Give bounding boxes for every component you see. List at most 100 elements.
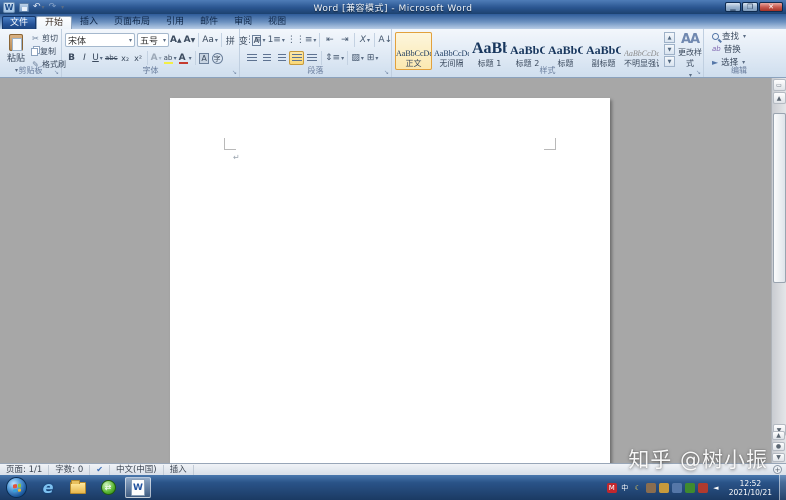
shading-button[interactable]: ▨ ▾ <box>350 51 365 65</box>
scrollbar-track[interactable] <box>772 105 786 423</box>
title-bar: W ↶▾ ↷ ▾ Word [兼容模式] - Microsoft Word ▁ … <box>0 0 786 14</box>
asian-layout-button[interactable]: X ▾ <box>357 33 372 47</box>
borders-button[interactable]: ⊞ ▾ <box>365 51 380 65</box>
align-right-button[interactable] <box>274 51 289 65</box>
font-color-button[interactable]: A ▾ <box>178 51 193 65</box>
justify-button[interactable] <box>289 51 304 65</box>
group-font: 宋体 ▾ 五号 ▾ A ▲ A ▼ Aa ▾ 拼 变 A B I U ▾ abc x₂ x²… <box>62 29 262 77</box>
tab-insert[interactable]: 插入 <box>72 16 106 29</box>
window-title: Word [兼容模式] - Microsoft Word <box>313 3 473 14</box>
italic-button[interactable]: I <box>78 51 91 65</box>
taskbar-word-icon[interactable]: W <box>125 477 151 498</box>
styles-scroll-down-icon[interactable]: ▼ <box>664 44 675 55</box>
copy-icon <box>31 47 38 56</box>
page-indicator[interactable]: 页面: 1/1 <box>0 464 50 475</box>
group-styles: AaBbCcDd 正文 AaBbCcDd 无间隔 AaBb 标题 1 AaBbC… <box>392 29 704 79</box>
tray-app2-icon[interactable] <box>658 482 669 493</box>
sort-button[interactable]: A↓ <box>377 33 393 47</box>
cut-icon: ✂ <box>32 34 39 43</box>
bold-button[interactable]: B <box>65 51 78 65</box>
styles-group-label: 样式 <box>539 66 556 75</box>
tab-review[interactable]: 审阅 <box>226 16 260 29</box>
paste-icon <box>9 34 23 51</box>
close-button[interactable]: ✕ <box>759 2 783 12</box>
replace-button[interactable]: ab 替换 <box>704 42 774 55</box>
spell-check-icon[interactable]: ✔ <box>90 464 110 475</box>
maximize-button[interactable]: ❐ <box>742 2 758 12</box>
taskbar-360-icon[interactable]: ⇄ <box>95 477 121 498</box>
tab-page-layout[interactable]: 页面布局 <box>106 16 158 29</box>
tray-volume-icon[interactable]: ◄ <box>711 483 721 493</box>
increase-indent-button[interactable]: ⇥ <box>337 33 352 47</box>
align-left-button[interactable] <box>244 51 259 65</box>
tray-app4-icon[interactable] <box>684 482 695 493</box>
subscript-button[interactable]: x₂ <box>119 51 132 65</box>
tab-home[interactable]: 开始 <box>36 16 73 29</box>
tray-clock[interactable]: 12:52 2021/10/21 <box>729 479 772 497</box>
decrease-indent-button[interactable]: ⇤ <box>322 33 337 47</box>
tab-file[interactable]: 文件 <box>2 16 36 29</box>
previous-page-icon[interactable]: ▲ <box>772 431 785 440</box>
superscript-button[interactable]: x² <box>132 51 145 65</box>
start-button[interactable] <box>6 477 27 498</box>
multilevel-list-button[interactable]: ⋮⋮≡ ▾ <box>286 33 318 47</box>
cut-button[interactable]: ✂ 剪切 <box>31 33 66 44</box>
distribute-button[interactable] <box>304 51 319 65</box>
paragraph-dialog-launcher-icon[interactable]: ↘ <box>384 69 389 76</box>
ruler-toggle-icon[interactable]: ▭ <box>772 79 786 91</box>
character-shading-button[interactable]: A <box>198 51 211 65</box>
windows-logo-icon <box>13 483 21 493</box>
document-page[interactable]: ↵ <box>170 98 610 463</box>
zoom-in-icon[interactable]: + <box>773 465 782 474</box>
show-desktop-button[interactable] <box>779 475 786 500</box>
font-size-combobox[interactable]: 五号 ▾ <box>137 33 169 47</box>
tray-input-method-icon[interactable]: 中 <box>620 483 630 493</box>
enclose-characters-button[interactable]: 字 <box>211 51 224 65</box>
vertical-scrollbar[interactable]: ▭ ▲ ▼ ▲ ● ▼ <box>771 78 786 463</box>
group-paragraph: ⋮≡▾ 1≡▾ ⋮⋮≡▾ ⇤ ⇥ X▾ A↓ ¶ ⇕≡▾ ▨▾ ⊞▾ 段落 ↘ <box>240 29 403 77</box>
word-count[interactable]: 字数: 0 <box>49 464 91 475</box>
line-spacing-button[interactable]: ⇕≡ ▾ <box>324 51 345 65</box>
clipboard-dialog-launcher-icon[interactable]: ↘ <box>54 69 59 76</box>
font-dialog-launcher-icon[interactable]: ↘ <box>232 69 237 76</box>
select-browse-object-icon[interactable]: ● <box>772 442 785 451</box>
taskbar-explorer-icon[interactable] <box>65 477 91 498</box>
paragraph-group-label: 段落 <box>307 66 324 75</box>
text-effects-button: A ▾ <box>150 53 162 63</box>
tab-mailings[interactable]: 邮件 <box>192 16 226 29</box>
language-indicator[interactable]: 中文(中国) <box>110 464 164 475</box>
change-case-button[interactable]: Aa ▾ <box>201 33 219 47</box>
font-name-combobox[interactable]: 宋体 ▾ <box>65 33 135 47</box>
next-page-icon[interactable]: ▼ <box>772 453 785 462</box>
tray-moon-icon[interactable]: ☾ <box>633 483 643 493</box>
minimize-button[interactable]: ▁ <box>725 2 741 12</box>
scroll-up-icon[interactable]: ▲ <box>772 92 786 104</box>
replace-icon: ab <box>712 45 721 53</box>
highlight-button[interactable]: ab ▾ <box>163 51 178 65</box>
tray-m-icon[interactable]: M <box>606 482 617 493</box>
copy-button[interactable]: 复制 <box>31 46 66 57</box>
find-button[interactable]: 查找 ▾ <box>704 29 774 42</box>
underline-button[interactable]: U ▾ <box>91 51 104 65</box>
clipboard-group-label: 剪贴板 <box>18 66 43 75</box>
tray-app5-icon[interactable] <box>697 482 708 493</box>
numbering-button[interactable]: 1≡ ▾ <box>267 33 286 47</box>
align-center-button[interactable] <box>259 51 274 65</box>
styles-dialog-launcher-icon[interactable]: ↘ <box>696 69 701 76</box>
paragraph-mark: ↵ <box>233 153 240 162</box>
shrink-font-button[interactable]: A ▼ <box>183 33 197 47</box>
margin-crop-mark-right <box>544 138 556 150</box>
insert-mode-indicator[interactable]: 插入 <box>164 464 194 475</box>
tab-references[interactable]: 引用 <box>158 16 192 29</box>
group-clipboard: 粘贴 ▾ ✂ 剪切 复制 ✎ 格式刷 剪贴板 ↘ <box>0 29 66 77</box>
grow-font-button[interactable]: A ▲ <box>169 33 183 47</box>
tray-app3-icon[interactable] <box>671 482 682 493</box>
bullets-button[interactable]: ⋮≡ ▾ <box>244 33 267 47</box>
styles-scroll-up-icon[interactable]: ▲ <box>664 32 675 43</box>
strikethrough-button[interactable]: abc <box>104 51 119 65</box>
tab-view[interactable]: 视图 <box>260 16 294 29</box>
phonetic-guide-button[interactable]: 拼 <box>224 33 237 47</box>
scrollbar-thumb[interactable] <box>772 113 786 283</box>
taskbar-ie-icon[interactable]: e <box>35 477 61 498</box>
tray-app1-icon[interactable] <box>645 482 656 493</box>
